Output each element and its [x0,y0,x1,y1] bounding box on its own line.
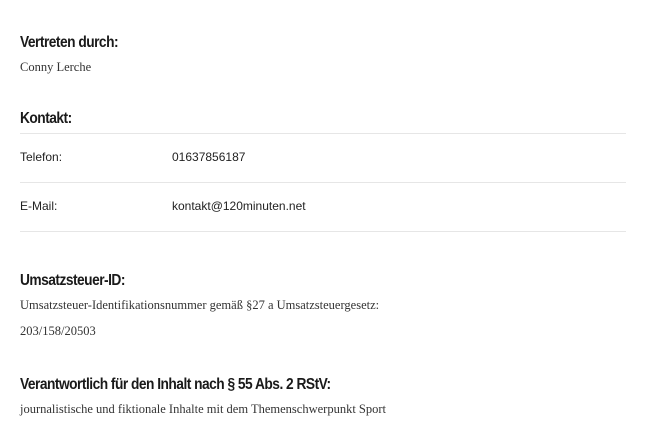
contact-row-phone: Telefon: 01637856187 [20,134,626,183]
vat-heading: Umsatzsteuer-ID: [20,272,125,289]
represented-heading: Vertreten durch: [20,34,119,51]
responsible-text: journalistische und fiktionale Inhalte m… [20,402,387,416]
contact-table: Telefon: 01637856187 E-Mail: kontakt@120… [20,133,626,232]
vat-description: Umsatzsteuer-Identifikationsnummer gemäß… [20,298,380,312]
email-value: kontakt@120minuten.net [172,199,306,213]
phone-value: 01637856187 [172,150,246,164]
phone-label: Telefon: [20,150,63,164]
representative-name: Conny Lerche [20,60,92,74]
vat-number: 203/158/20503 [20,324,96,338]
email-label: E-Mail: [20,199,58,213]
contact-heading: Kontakt: [20,110,72,127]
contact-row-email: E-Mail: kontakt@120minuten.net [20,183,626,232]
responsible-heading: Verantwortlich für den Inhalt nach § 55 … [20,376,331,393]
